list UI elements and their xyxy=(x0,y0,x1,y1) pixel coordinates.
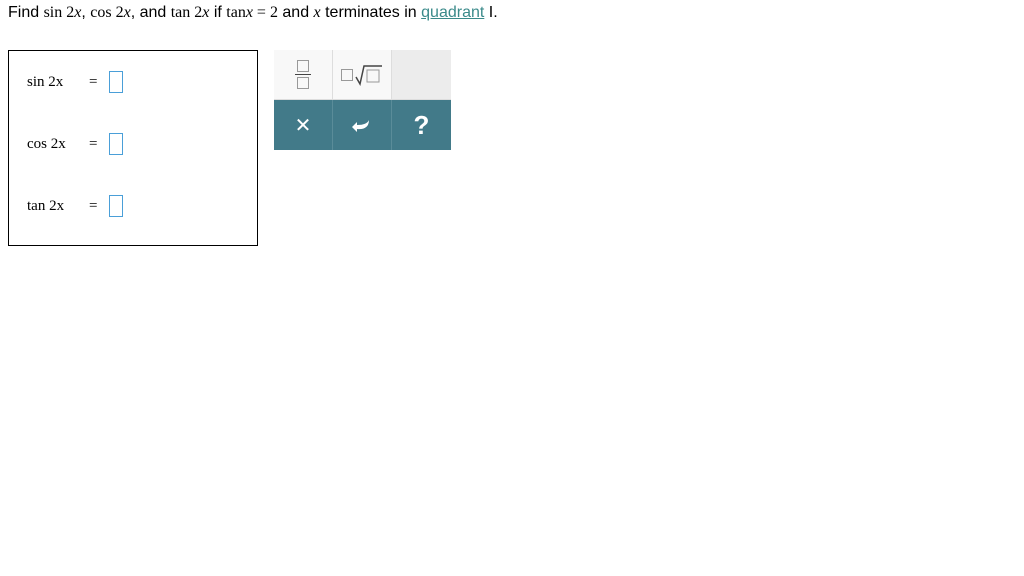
answer-box: sin 2x = cos 2x = tan 2x = xyxy=(8,50,258,246)
q-sep1: , xyxy=(81,4,90,21)
q-term3: tan 2 xyxy=(171,4,203,21)
tan-input[interactable] xyxy=(109,195,123,217)
q-cond: tan xyxy=(226,4,246,21)
answer-row-sin: sin 2x = xyxy=(27,71,239,93)
empty-palette-cell xyxy=(392,50,451,100)
fraction-icon xyxy=(297,60,309,72)
undo-icon xyxy=(349,117,375,133)
help-button[interactable]: ? xyxy=(392,100,451,150)
math-palette: ✕ ? xyxy=(274,50,451,150)
q-var4: x xyxy=(314,4,321,21)
q-mid: and xyxy=(278,4,314,21)
q-prefix: Find xyxy=(8,4,44,21)
sqrt-icon xyxy=(341,69,353,81)
q-term2: cos 2 xyxy=(90,4,123,21)
answer-row-cos: cos 2x = xyxy=(27,133,239,155)
sqrt-symbol-icon xyxy=(355,64,383,86)
cos-label: cos 2x xyxy=(27,136,77,153)
sqrt-button[interactable] xyxy=(333,50,392,100)
sin-label: sin 2x xyxy=(27,74,77,91)
clear-icon: ✕ xyxy=(295,113,312,138)
tan-label: tan 2x xyxy=(27,198,77,215)
equals-1: = xyxy=(89,74,97,91)
undo-button[interactable] xyxy=(333,100,392,150)
equals-2: = xyxy=(89,136,97,153)
q-cond-eq: = 2 xyxy=(253,4,278,21)
q-mid2: terminates in xyxy=(321,4,421,21)
clear-button[interactable]: ✕ xyxy=(274,100,333,150)
q-var2: x xyxy=(124,4,131,21)
q-if: if xyxy=(209,4,226,21)
help-icon: ? xyxy=(414,110,430,141)
q-suffix: I. xyxy=(484,4,497,21)
equals-3: = xyxy=(89,198,97,215)
q-cond-var: x xyxy=(246,4,253,21)
question-text: Find sin 2x, cos 2x, and tan 2x if tanx … xyxy=(8,4,1016,22)
cos-input[interactable] xyxy=(109,133,123,155)
sin-input[interactable] xyxy=(109,71,123,93)
answer-row-tan: tan 2x = xyxy=(27,195,239,217)
quadrant-link[interactable]: quadrant xyxy=(421,4,484,21)
q-sep2: , and xyxy=(131,4,171,21)
q-term1: sin 2 xyxy=(44,4,75,21)
fraction-button[interactable] xyxy=(274,50,333,100)
